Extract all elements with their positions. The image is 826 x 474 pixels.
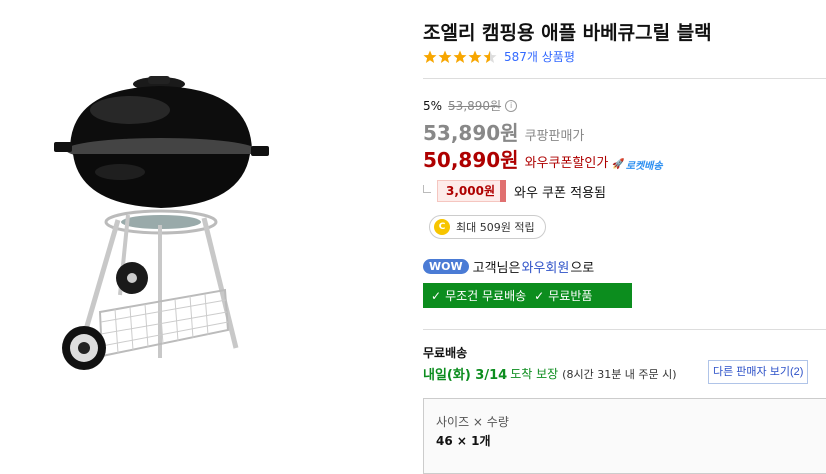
check-icon: ✓ <box>431 288 442 303</box>
star-icon <box>453 50 467 63</box>
product-info-panel: 조엘리 캠핑용 애플 바베큐그릴 블랙 587개 상품평 5% 53,890원 … <box>423 0 826 474</box>
sale-price: 53,890원 <box>423 121 519 145</box>
coin-icon: C <box>434 219 450 235</box>
benefit-free-return-label: 무료반품 <box>548 289 593 303</box>
review-count-link[interactable]: 587개 상품평 <box>504 48 575 65</box>
wow-member-row: WOW 고객님은 와우회원 으로 <box>423 257 594 276</box>
corner-connector <box>423 185 431 193</box>
rocket-label: 로켓배송 <box>625 161 663 172</box>
coupon-applied-text: 와우 쿠폰 적용됨 <box>514 185 606 201</box>
option-label: 사이즈 × 수량 <box>436 415 509 429</box>
other-sellers-button[interactable]: 다른 판매자 보기(2) <box>708 360 809 384</box>
benefit-free-return: ✓ 무료반품 <box>534 287 592 304</box>
delivery-note: (8시간 31분 내 주문 시) <box>562 367 677 381</box>
discount-row: 5% 53,890원 i <box>423 97 518 114</box>
coupon-price: 50,890원 <box>423 148 519 172</box>
cash-reward-text: 최대 509원 적립 <box>456 221 535 234</box>
check-icon: ✓ <box>534 288 545 303</box>
coupon-applied-row: 3,000원 와우 쿠폰 적용됨 <box>423 180 606 202</box>
benefit-free-shipping: ✓ 무조건 무료배송 <box>431 287 526 304</box>
shipping-label: 무료배송 <box>423 346 468 360</box>
coupon-price-row: 50,890원 와우쿠폰할인가 🚀 로켓배송 <box>423 144 663 173</box>
benefit-free-shipping-label: 무조건 무료배송 <box>445 289 527 303</box>
original-price: 53,890원 <box>448 99 502 113</box>
option-selector[interactable]: 사이즈 × 수량 46 × 1개 <box>423 398 826 474</box>
star-icon <box>468 50 482 63</box>
coupon-amount-tag: 3,000원 <box>437 180 506 202</box>
product-image-area <box>0 0 405 474</box>
divider <box>423 78 826 79</box>
wow-badge: WOW <box>423 259 469 274</box>
wow-benefit-bar: ✓ 무조건 무료배송 ✓ 무료반품 <box>423 283 632 308</box>
star-icon <box>438 50 452 63</box>
star-icon <box>423 50 437 63</box>
wow-member-link[interactable]: 와우회원 <box>521 257 569 276</box>
delivery-date: 내일(화) 3/14 <box>423 368 508 383</box>
rocket-delivery-badge: 🚀 로켓배송 <box>612 157 662 172</box>
star-rating <box>423 50 498 64</box>
option-value: 46 × 1개 <box>436 434 491 448</box>
rocket-icon: 🚀 <box>612 159 625 170</box>
delivery-row: 내일(화) 3/14 도착 보장 (8시간 31분 내 주문 시) <box>423 364 677 383</box>
delivery-guarantee: 도착 보장 <box>510 367 559 381</box>
coupon-price-label: 와우쿠폰할인가 <box>524 156 609 171</box>
rating-row[interactable]: 587개 상품평 <box>423 48 575 65</box>
sale-price-label: 쿠팡판매가 <box>524 129 585 144</box>
sale-price-row: 53,890원 쿠팡판매가 <box>423 117 584 146</box>
cash-reward-badge[interactable]: C 최대 509원 적립 <box>429 215 546 239</box>
wow-text-before: 고객님은 <box>472 261 521 276</box>
product-image[interactable] <box>40 50 280 410</box>
product-title: 조엘리 캠핑용 애플 바베큐그릴 블랙 <box>423 22 712 44</box>
info-icon[interactable]: i <box>505 99 518 112</box>
discount-rate: 5% <box>423 98 443 113</box>
divider <box>423 329 826 330</box>
wow-text-after: 으로 <box>570 261 595 276</box>
half-star-icon <box>483 50 497 63</box>
